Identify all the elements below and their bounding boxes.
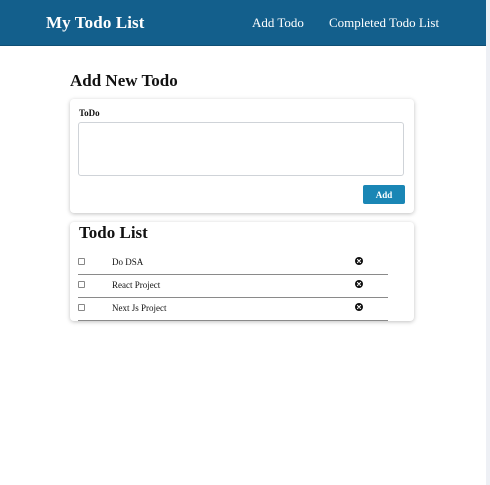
brand-title[interactable]: My Todo List — [46, 13, 145, 33]
todo-item-text: Next Js Project — [112, 303, 167, 313]
nav-completed-todo-link[interactable]: Completed Todo List — [329, 15, 439, 31]
page: My Todo List Add Todo Completed Todo Lis… — [0, 0, 490, 485]
todo-checkbox[interactable] — [78, 258, 85, 265]
todo-row: Do DSA — [78, 252, 388, 275]
nav-add-todo-link[interactable]: Add Todo — [252, 15, 304, 31]
add-button[interactable]: Add — [363, 185, 405, 204]
todo-checkbox[interactable] — [78, 304, 85, 311]
todo-textarea[interactable] — [78, 122, 404, 176]
navbar: My Todo List Add Todo Completed Todo Lis… — [0, 0, 486, 46]
todo-item-text: Do DSA — [112, 257, 144, 267]
circle-x-icon[interactable] — [355, 257, 363, 265]
todo-list-card: Todo List Do DSA React Project Next Js P… — [70, 222, 414, 321]
todo-checkbox[interactable] — [78, 281, 85, 288]
add-todo-card: ToDo Add — [70, 99, 414, 213]
todo-row: React Project — [78, 275, 388, 298]
circle-x-icon[interactable] — [355, 303, 363, 311]
circle-x-icon[interactable] — [355, 280, 363, 288]
todo-row: Next Js Project — [78, 298, 388, 321]
todo-list-title: Todo List — [79, 223, 148, 242]
todo-field-label: ToDo — [79, 108, 100, 118]
add-section-title: Add New Todo — [70, 71, 178, 90]
todo-item-text: React Project — [112, 280, 161, 290]
